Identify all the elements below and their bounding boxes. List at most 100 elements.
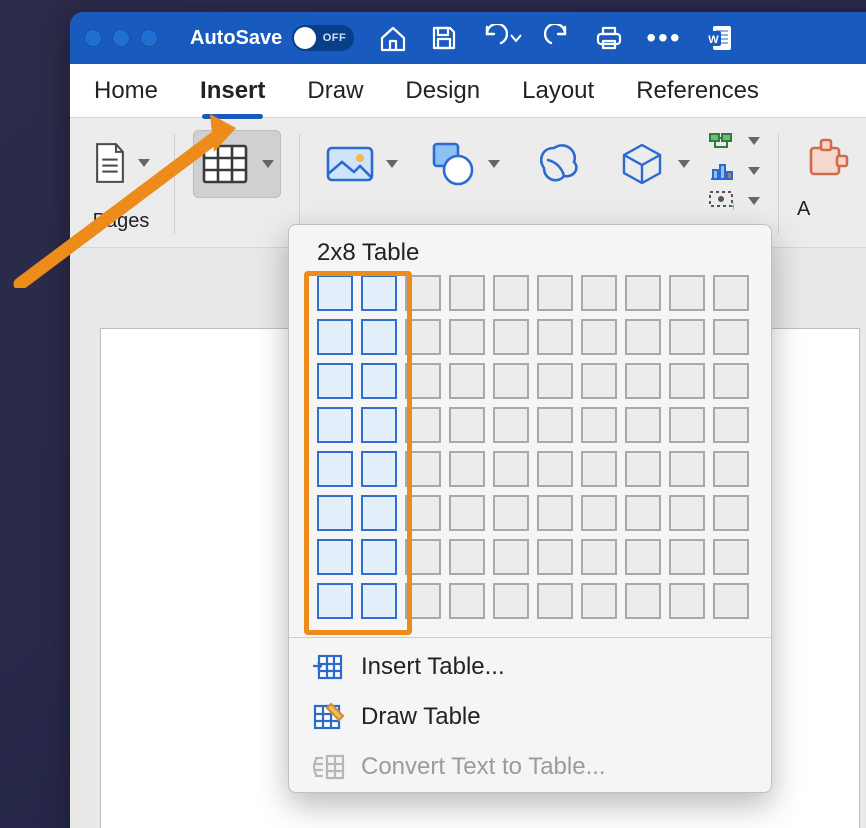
table-grid-cell[interactable] (625, 495, 661, 531)
shapes-button[interactable] (422, 136, 506, 192)
table-grid-cell[interactable] (405, 363, 441, 399)
table-grid-cell[interactable] (405, 407, 441, 443)
table-grid-cell[interactable] (581, 363, 617, 399)
table-grid-cell[interactable] (581, 275, 617, 311)
traffic-minimize[interactable] (112, 29, 130, 47)
table-grid-cell[interactable] (669, 275, 705, 311)
table-grid-cell[interactable] (713, 583, 749, 619)
table-grid-cell[interactable] (581, 583, 617, 619)
icons-button[interactable] (524, 134, 592, 194)
table-grid-cell[interactable] (449, 451, 485, 487)
table-grid-cell[interactable] (449, 495, 485, 531)
table-grid-cell[interactable] (625, 539, 661, 575)
table-grid-cell[interactable] (537, 363, 573, 399)
tab-design[interactable]: Design (403, 69, 482, 113)
table-grid-cell[interactable] (625, 583, 661, 619)
table-grid-cell[interactable] (669, 363, 705, 399)
smartart-button[interactable] (708, 130, 760, 152)
table-grid-cell[interactable] (537, 275, 573, 311)
table-grid-cell[interactable] (625, 451, 661, 487)
table-grid-cell[interactable] (361, 319, 397, 355)
table-grid-cell[interactable] (625, 275, 661, 311)
menu-insert-table[interactable]: Insert Table... (289, 642, 771, 692)
table-grid-cell[interactable] (713, 407, 749, 443)
table-grid-cell[interactable] (317, 583, 353, 619)
table-grid-cell[interactable] (669, 495, 705, 531)
table-grid-cell[interactable] (317, 539, 353, 575)
table-grid-cell[interactable] (405, 539, 441, 575)
table-grid-cell[interactable] (537, 451, 573, 487)
3d-models-button[interactable] (610, 135, 696, 193)
overflow-icon[interactable]: ••• (646, 24, 681, 52)
table-grid-cell[interactable] (317, 407, 353, 443)
table-grid-cell[interactable] (493, 363, 529, 399)
chart-button[interactable] (708, 160, 760, 182)
tab-insert[interactable]: Insert (198, 69, 267, 113)
table-grid-cell[interactable] (537, 407, 573, 443)
table-grid-cell[interactable] (405, 319, 441, 355)
table-grid-cell[interactable] (625, 319, 661, 355)
table-grid-cell[interactable] (405, 451, 441, 487)
save-icon[interactable] (430, 24, 458, 52)
table-grid-cell[interactable] (625, 407, 661, 443)
pages-button[interactable] (86, 128, 156, 198)
table-grid-cell[interactable] (713, 319, 749, 355)
undo-icon[interactable] (480, 24, 522, 52)
table-grid-cell[interactable] (405, 275, 441, 311)
table-grid-cell[interactable] (361, 583, 397, 619)
table-grid-cell[interactable] (317, 451, 353, 487)
table-grid-cell[interactable] (317, 319, 353, 355)
traffic-close[interactable] (84, 29, 102, 47)
table-grid-cell[interactable] (537, 495, 573, 531)
autosave-toggle[interactable]: OFF (292, 25, 354, 51)
table-grid-cell[interactable] (405, 495, 441, 531)
table-grid-cell[interactable] (713, 495, 749, 531)
table-grid-cell[interactable] (449, 407, 485, 443)
table-grid-cell[interactable] (449, 539, 485, 575)
table-grid-cell[interactable] (669, 451, 705, 487)
table-grid-cell[interactable] (493, 583, 529, 619)
table-grid-cell[interactable] (493, 539, 529, 575)
table-grid-cell[interactable] (493, 451, 529, 487)
tab-home[interactable]: Home (92, 69, 160, 113)
table-grid-cell[interactable] (361, 407, 397, 443)
table-grid-cell[interactable] (317, 495, 353, 531)
tab-draw[interactable]: Draw (305, 69, 365, 113)
table-grid-cell[interactable] (713, 539, 749, 575)
menu-draw-table[interactable]: Draw Table (289, 692, 771, 742)
table-grid-cell[interactable] (317, 363, 353, 399)
table-grid-cell[interactable] (493, 319, 529, 355)
table-grid-cell[interactable] (361, 539, 397, 575)
table-grid-cell[interactable] (581, 495, 617, 531)
tab-layout[interactable]: Layout (520, 69, 596, 113)
table-grid-cell[interactable] (449, 319, 485, 355)
table-grid-cell[interactable] (361, 495, 397, 531)
table-grid-cell[interactable] (537, 583, 573, 619)
traffic-zoom[interactable] (140, 29, 158, 47)
table-grid-cell[interactable] (669, 319, 705, 355)
pictures-button[interactable] (318, 138, 404, 190)
table-grid-cell[interactable] (581, 539, 617, 575)
table-grid-cell[interactable] (493, 275, 529, 311)
table-grid-cell[interactable] (713, 451, 749, 487)
table-grid-cell[interactable] (361, 451, 397, 487)
table-grid-cell[interactable] (361, 363, 397, 399)
table-grid-cell[interactable] (493, 495, 529, 531)
table-grid-cell[interactable] (625, 363, 661, 399)
table-grid-cell[interactable] (449, 275, 485, 311)
redo-icon[interactable] (544, 24, 572, 52)
tab-references[interactable]: References (634, 69, 761, 113)
table-size-grid[interactable] (317, 275, 749, 619)
screenshot-button[interactable]: + (708, 190, 760, 212)
table-grid-cell[interactable] (581, 319, 617, 355)
table-grid-cell[interactable] (713, 275, 749, 311)
table-grid-cell[interactable] (669, 539, 705, 575)
table-grid-cell[interactable] (449, 583, 485, 619)
table-grid-cell[interactable] (361, 275, 397, 311)
table-grid-cell[interactable] (493, 407, 529, 443)
print-icon[interactable] (594, 24, 624, 52)
table-grid-cell[interactable] (581, 451, 617, 487)
table-grid-cell[interactable] (669, 583, 705, 619)
table-grid-cell[interactable] (405, 583, 441, 619)
table-grid-cell[interactable] (537, 539, 573, 575)
